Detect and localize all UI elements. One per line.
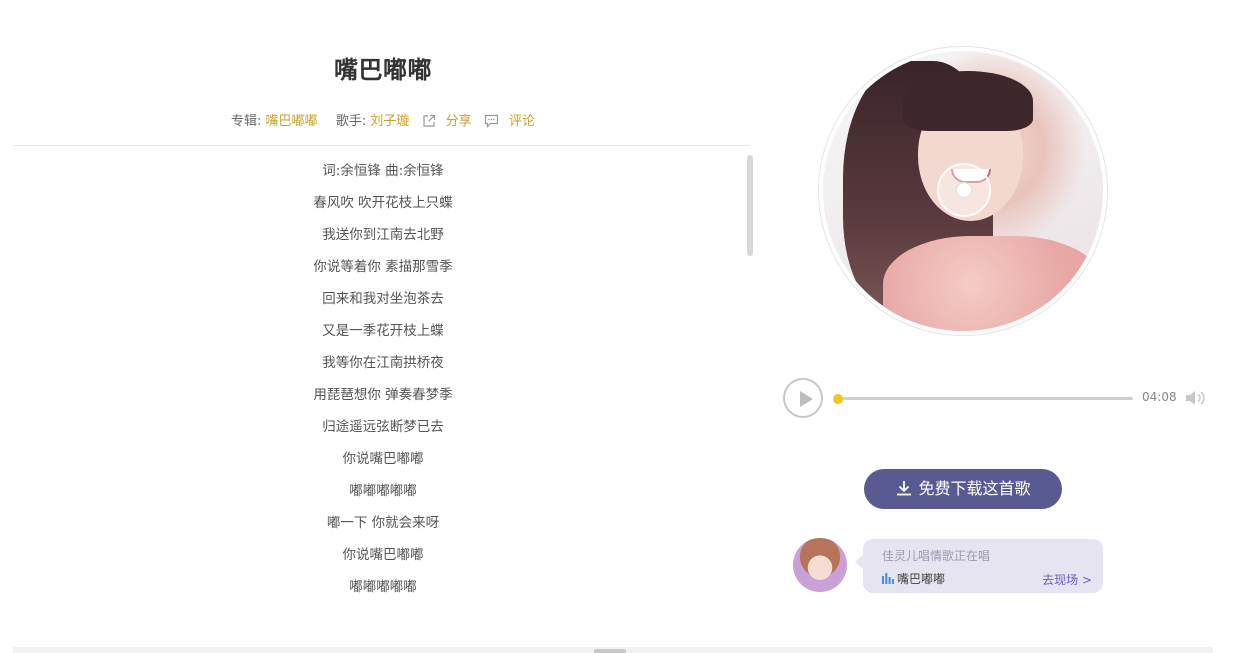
- song-page: 嘴巴嘟嘟 专辑: 嘴巴嘟嘟 歌手: 刘子璇 分享 评论 词:余恒锋 曲:余恒锋春…: [0, 0, 1249, 653]
- audio-player: 04:08: [783, 378, 1213, 418]
- lyrics-scrollbar[interactable]: [747, 155, 753, 256]
- live-song-name: 嘴巴嘟嘟: [897, 572, 946, 586]
- lyric-line: 又是一季花开枝上蝶: [322, 323, 444, 339]
- share-link[interactable]: 分享: [446, 114, 472, 129]
- lyric-line: 春风吹 吹开花枝上只蝶: [313, 195, 453, 211]
- download-label: 免费下载这首歌: [918, 479, 1031, 498]
- live-card: 佳灵儿唱情歌正在唱 嘴巴嘟嘟 去现场 >: [793, 538, 1213, 598]
- go-live-link[interactable]: 去现场 >: [1042, 571, 1092, 588]
- divider: [13, 145, 750, 146]
- play-button[interactable]: [783, 378, 823, 418]
- song-title: 嘴巴嘟嘟: [334, 56, 432, 84]
- progress-bar[interactable]: [833, 393, 1133, 404]
- lyric-line: 嘟一下 你就会来呀: [326, 515, 440, 531]
- singer-label: 歌手:: [335, 114, 367, 129]
- live-status: 佳灵儿唱情歌正在唱: [882, 549, 991, 563]
- lyric-line: 我等你在江南拱桥夜: [322, 355, 444, 371]
- comment-icon[interactable]: [484, 114, 499, 132]
- lyric-line: 我送你到江南去北野: [322, 227, 444, 243]
- album-link[interactable]: 嘴巴嘟嘟: [266, 114, 318, 129]
- lyric-line: 你说等着你 素描那雪季: [313, 259, 453, 275]
- singer-link[interactable]: 刘子璇: [370, 114, 409, 129]
- volume-icon[interactable]: [1184, 389, 1208, 407]
- download-icon: [897, 481, 912, 496]
- lyric-line: 归途遥远弦断梦已去: [322, 419, 444, 435]
- lyric-line: 用琵琶想你 弹奏春梦季: [313, 387, 453, 403]
- share-icon[interactable]: [422, 114, 436, 132]
- lyric-line: 嘟嘟嘟嘟嘟: [349, 483, 417, 499]
- avatar[interactable]: [793, 538, 847, 592]
- lyric-line: 词:余恒锋 曲:余恒锋: [322, 163, 444, 179]
- lyric-line: 嘟嘟嘟嘟嘟: [349, 579, 417, 595]
- live-bubble: 佳灵儿唱情歌正在唱 嘴巴嘟嘟 去现场 >: [855, 539, 1103, 593]
- song-meta: 专辑: 嘴巴嘟嘟 歌手: 刘子璇 分享 评论: [0, 110, 766, 132]
- lyric-line: 你说嘴巴嘟嘟: [342, 451, 424, 467]
- disc-hub-icon: [937, 163, 991, 217]
- lyrics-panel[interactable]: 词:余恒锋 曲:余恒锋 春风吹 吹开花枝上只蝶 我送你到江南去北野 你说等着你 素描那…: [13, 155, 753, 595]
- bottom-handle[interactable]: [594, 649, 626, 653]
- lyric-line: 你说嘴巴嘟嘟: [342, 547, 424, 563]
- lyric-line: 回来和我对坐泡茶去: [322, 291, 444, 307]
- album-label: 专辑:: [231, 114, 262, 129]
- duration-time: 04:08: [1142, 390, 1177, 404]
- lyrics-list: 词:余恒锋 曲:余恒锋 春风吹 吹开花枝上只蝶 我送你到江南去北野 你说等着你 素描那…: [13, 155, 753, 595]
- equalizer-icon: [882, 573, 894, 584]
- download-button[interactable]: 免费下载这首歌: [864, 469, 1062, 509]
- progress-knob[interactable]: [833, 393, 843, 404]
- live-song: 嘴巴嘟嘟: [882, 570, 945, 587]
- comment-link[interactable]: 评论: [509, 114, 535, 129]
- album-disc: [818, 46, 1108, 336]
